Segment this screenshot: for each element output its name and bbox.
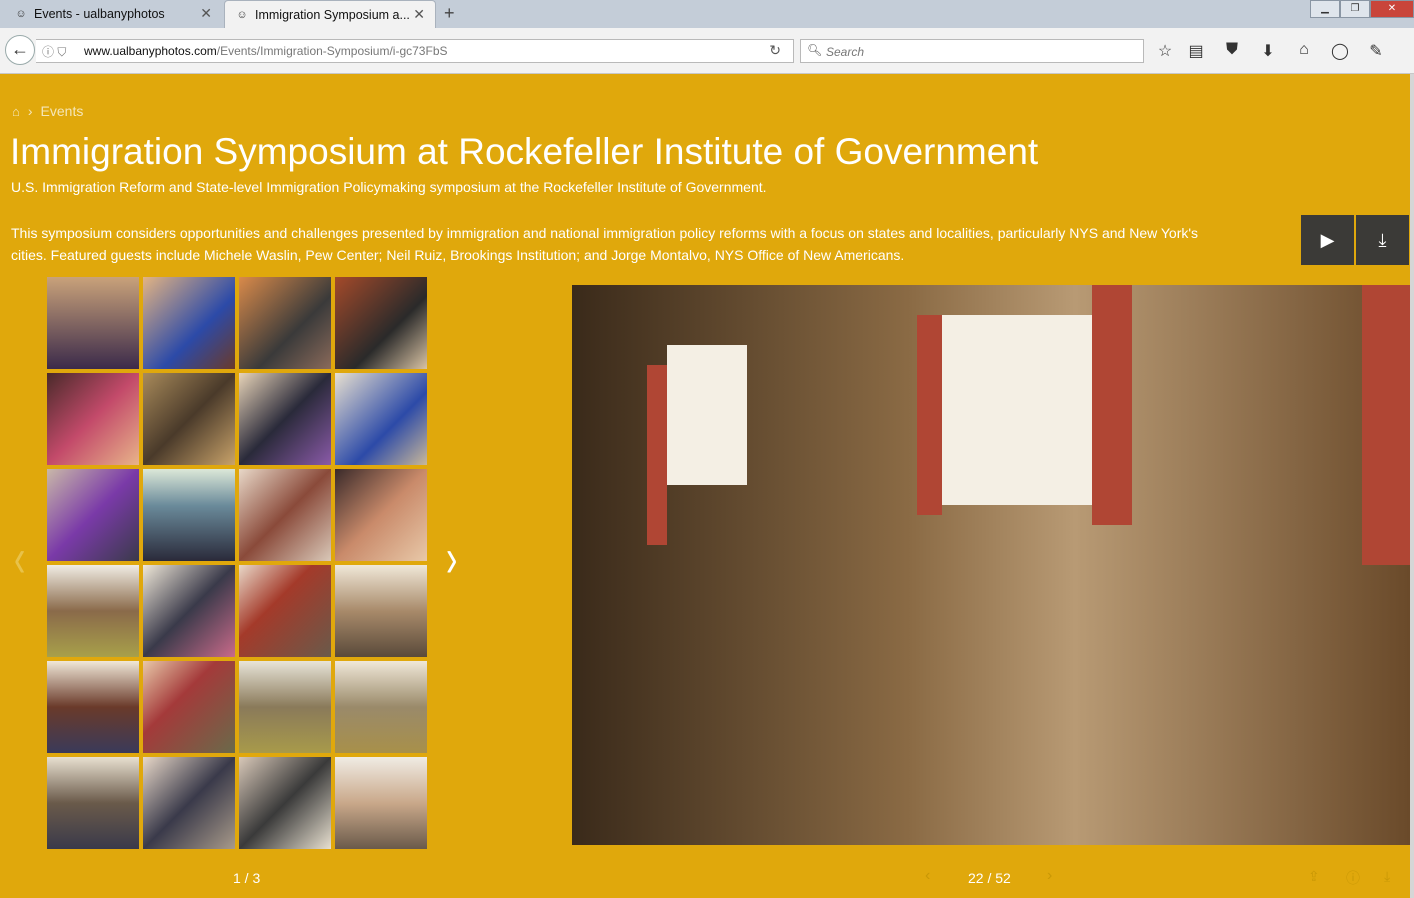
thumbnail[interactable]: [239, 277, 331, 369]
thumbnail[interactable]: [239, 565, 331, 657]
minimize-button[interactable]: ▁: [1310, 0, 1340, 18]
back-button[interactable]: ←: [5, 35, 35, 65]
thumbnail[interactable]: [335, 277, 427, 369]
page-title: Immigration Symposium at Rockefeller Ins…: [10, 131, 1039, 172]
play-icon: ▶: [1320, 230, 1335, 250]
home-icon[interactable]: ⌂: [12, 104, 20, 119]
thumbnail[interactable]: [239, 661, 331, 753]
previous-photo-icon[interactable]: ‹: [925, 867, 930, 885]
close-tab-icon[interactable]: ✕: [413, 6, 425, 23]
info-icon[interactable]: ⓘ ⛉: [42, 43, 66, 60]
reload-icon[interactable]: ↻: [769, 42, 781, 59]
url-bar[interactable]: ⓘ ⛉ www.ualbanyphotos.com/Events/Immigra…: [36, 39, 794, 63]
thumbnail[interactable]: [335, 565, 427, 657]
curtain-decoration: [1092, 285, 1132, 525]
gallery-subtitle: U.S. Immigration Reform and State-level …: [11, 179, 767, 195]
thumbnail[interactable]: [47, 373, 139, 465]
window-decoration: [942, 315, 1092, 505]
new-tab-button[interactable]: +: [444, 3, 455, 24]
thumbnail[interactable]: [143, 277, 235, 369]
chevron-right-icon: ›: [27, 103, 33, 119]
scrollbar[interactable]: [1410, 74, 1414, 898]
curtain-decoration: [647, 365, 667, 545]
download-icon: ⤓: [1378, 230, 1387, 250]
thumbnail[interactable]: [143, 757, 235, 849]
download-icon[interactable]: ⬇: [1258, 41, 1278, 61]
breadcrumb: ⌂ › Events: [12, 103, 83, 119]
pocket-icon[interactable]: ⛊: [1222, 41, 1242, 59]
next-photo-icon[interactable]: ›: [1047, 867, 1052, 885]
thumbnail[interactable]: [335, 373, 427, 465]
tab-title: Events - ualbanyphotos: [34, 7, 165, 21]
search-icon: 🔍︎: [807, 43, 823, 57]
download-gallery-button[interactable]: ⤓: [1356, 215, 1409, 265]
thumbnail[interactable]: [47, 469, 139, 561]
navigation-bar: ← ⓘ ⛉ www.ualbanyphotos.com/Events/Immig…: [0, 28, 1414, 74]
thumbnail[interactable]: [143, 661, 235, 753]
window-decoration: [667, 345, 747, 485]
bookmark-star-icon[interactable]: ☆: [1155, 41, 1175, 61]
thumbnail[interactable]: [47, 757, 139, 849]
thumb-page-indicator: 1 / 3: [233, 870, 261, 886]
previous-thumbs-arrow-icon[interactable]: ‹: [14, 528, 25, 590]
window-controls: ▁ ❐ ✕: [1310, 0, 1414, 18]
main-photo[interactable]: [572, 285, 1410, 845]
tab-bar: ☺ Events - ualbanyphotos ✕ ☺ Immigration…: [0, 0, 1414, 28]
tab-immigration-symposium[interactable]: ☺ Immigration Symposium a... ✕: [224, 0, 436, 28]
thumbnail[interactable]: [239, 469, 331, 561]
thumbnail[interactable]: [239, 757, 331, 849]
search-placeholder: Search: [826, 45, 865, 59]
thumbnail[interactable]: [335, 757, 427, 849]
photo-counter: 22 / 52: [968, 870, 1011, 886]
tab-title: Immigration Symposium a...: [255, 8, 410, 22]
thumbnail[interactable]: [47, 565, 139, 657]
thumbnail-grid: [47, 277, 427, 849]
tab-events[interactable]: ☺ Events - ualbanyphotos ✕: [0, 0, 222, 28]
curtain-decoration: [917, 315, 942, 515]
close-tab-icon[interactable]: ✕: [200, 5, 212, 22]
search-bar[interactable]: 🔍︎ Search: [800, 39, 1144, 63]
url-text: www.ualbanyphotos.com/Events/Immigration…: [84, 44, 448, 58]
next-thumbs-arrow-icon[interactable]: ›: [446, 528, 457, 590]
share-icon[interactable]: ⇪: [1308, 868, 1320, 885]
thumbnail[interactable]: [143, 469, 235, 561]
download-photo-icon[interactable]: ⤓: [1384, 868, 1390, 885]
close-window-button[interactable]: ✕: [1370, 0, 1414, 18]
smiley-icon: ☺: [236, 9, 248, 21]
curtain-decoration: [1362, 285, 1410, 565]
thumbnail[interactable]: [143, 373, 235, 465]
thumbnail[interactable]: [335, 661, 427, 753]
thumbnail[interactable]: [239, 373, 331, 465]
breadcrumb-events-link[interactable]: Events: [41, 103, 84, 119]
thumbnail[interactable]: [335, 469, 427, 561]
slideshow-play-button[interactable]: ▶: [1301, 215, 1354, 265]
smiley-icon: ☺: [15, 8, 27, 20]
thumbnail[interactable]: [47, 277, 139, 369]
gallery-description: This symposium considers opportunities a…: [11, 225, 1199, 263]
extension-icon[interactable]: ✎: [1366, 41, 1386, 61]
info-icon[interactable]: ⓘ: [1346, 868, 1360, 888]
thumbnail[interactable]: [143, 565, 235, 657]
reading-list-icon[interactable]: ▤: [1186, 41, 1206, 61]
chat-icon[interactable]: ◯: [1330, 41, 1350, 61]
thumbnail[interactable]: [47, 661, 139, 753]
maximize-button[interactable]: ❐: [1340, 0, 1370, 18]
home-icon[interactable]: ⌂: [1294, 41, 1314, 59]
